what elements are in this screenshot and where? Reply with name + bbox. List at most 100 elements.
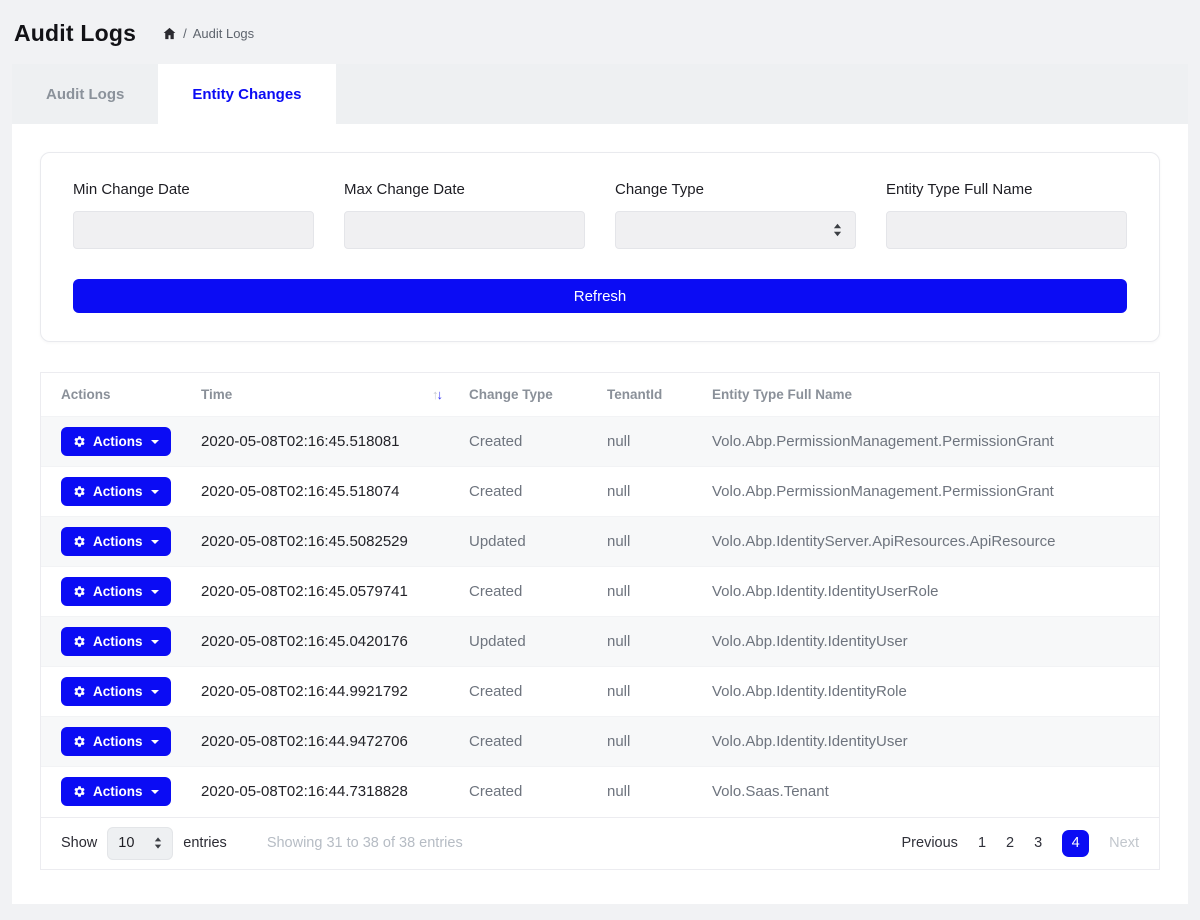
caret-down-icon — [151, 640, 159, 644]
page-button-1[interactable]: 1 — [978, 835, 986, 851]
cell-change-type: Created — [459, 417, 597, 467]
gear-icon — [73, 635, 86, 648]
cell-time: 2020-05-08T02:16:45.0420176 — [191, 617, 459, 667]
change-type-label: Change Type — [615, 181, 856, 198]
cell-time: 2020-05-08T02:16:45.518074 — [191, 467, 459, 517]
field-entity-type-full-name: Entity Type Full Name — [886, 181, 1127, 249]
row-actions-button[interactable]: Actions — [61, 727, 171, 756]
show-label: Show — [61, 835, 97, 851]
entity-type-full-name-input[interactable] — [886, 211, 1127, 249]
pagination-pages: 1 2 3 4 — [978, 830, 1089, 857]
cell-entity-type-full-name: Volo.Abp.Identity.IdentityUser — [702, 617, 1159, 667]
row-actions-button[interactable]: Actions — [61, 627, 171, 656]
entity-changes-table: Actions Time ↑↓ Change Type TenantId Ent… — [41, 373, 1159, 817]
filter-card: Min Change Date Max Change Date Change T… — [40, 152, 1160, 342]
table-card: Actions Time ↑↓ Change Type TenantId Ent… — [40, 372, 1160, 870]
change-type-select[interactable] — [615, 211, 856, 249]
caret-down-icon — [151, 590, 159, 594]
min-change-date-input[interactable] — [73, 211, 314, 249]
table-row: Actions2020-05-08T02:16:45.518074Created… — [41, 467, 1159, 517]
cell-tenant-id: null — [597, 667, 702, 717]
cell-tenant-id: null — [597, 617, 702, 667]
cell-tenant-id: null — [597, 517, 702, 567]
gear-icon — [73, 785, 86, 798]
cell-tenant-id: null — [597, 717, 702, 767]
cell-time: 2020-05-08T02:16:45.5082529 — [191, 517, 459, 567]
cell-change-type: Updated — [459, 517, 597, 567]
cell-entity-type-full-name: Volo.Saas.Tenant — [702, 767, 1159, 817]
table-row: Actions2020-05-08T02:16:44.7318828Create… — [41, 767, 1159, 817]
cell-change-type: Created — [459, 567, 597, 617]
breadcrumb-separator: / — [183, 26, 187, 41]
table-row: Actions 2020-05-08T02:16:45.5082529Update… — [41, 517, 1159, 567]
caret-down-icon — [151, 740, 159, 744]
caret-down-icon — [151, 490, 159, 494]
home-icon — [162, 26, 177, 41]
min-change-date-label: Min Change Date — [73, 181, 314, 198]
cell-tenant-id: null — [597, 767, 702, 817]
gear-icon — [73, 435, 86, 448]
row-actions-button[interactable]: Actions — [61, 677, 171, 706]
next-page-button[interactable]: Next — [1109, 835, 1139, 851]
table-body: Actions2020-05-08T02:16:45.518081Created… — [41, 417, 1159, 817]
gear-icon — [73, 585, 86, 598]
tab-strip: Audit Logs Entity Changes — [12, 64, 1188, 124]
tab-audit-logs[interactable]: Audit Logs — [12, 64, 158, 124]
cell-time: 2020-05-08T02:16:45.518081 — [191, 417, 459, 467]
page-button-4[interactable]: 4 — [1062, 830, 1089, 857]
column-header-time[interactable]: Time ↑↓ — [191, 373, 459, 417]
caret-down-icon — [151, 790, 159, 794]
table-header-row: Actions Time ↑↓ Change Type TenantId Ent… — [41, 373, 1159, 417]
gear-icon — [73, 735, 86, 748]
page-title: Audit Logs — [14, 20, 136, 47]
page-size-select[interactable]: 10 — [107, 827, 173, 860]
caret-down-icon — [151, 440, 159, 444]
caret-down-icon — [151, 540, 159, 544]
breadcrumb-home[interactable] — [162, 26, 177, 41]
table-row: Actions 2020-05-08T02:16:45.518081Created… — [41, 417, 1159, 467]
breadcrumb-current: Audit Logs — [193, 26, 254, 41]
sort-icon[interactable]: ↑↓ — [432, 387, 441, 402]
field-min-change-date: Min Change Date — [73, 181, 314, 249]
table-footer: Show 10 entries Showing 31 to 38 of 38 e… — [41, 817, 1159, 869]
cell-tenant-id: null — [597, 567, 702, 617]
row-actions-button[interactable]: Actions — [61, 427, 171, 456]
table-row: Actions2020-05-08T02:16:44.9472706Create… — [41, 717, 1159, 767]
entries-label: entries — [183, 835, 227, 851]
page-button-2[interactable]: 2 — [1006, 835, 1014, 851]
page-header: Audit Logs / Audit Logs — [0, 0, 1200, 64]
row-actions-button[interactable]: Actions — [61, 777, 171, 806]
max-change-date-label: Max Change Date — [344, 181, 585, 198]
pagination: Previous 1 2 3 4 Next — [902, 830, 1139, 857]
field-max-change-date: Max Change Date — [344, 181, 585, 249]
cell-change-type: Created — [459, 767, 597, 817]
cell-entity-type-full-name: Volo.Abp.IdentityServer.ApiResources.Api… — [702, 517, 1159, 567]
cell-entity-type-full-name: Volo.Abp.Identity.IdentityUser — [702, 717, 1159, 767]
cell-entity-type-full-name: Volo.Abp.PermissionManagement.Permission… — [702, 467, 1159, 517]
breadcrumb: / Audit Logs — [162, 26, 254, 41]
refresh-button[interactable]: Refresh — [73, 279, 1127, 313]
cell-change-type: Created — [459, 717, 597, 767]
entity-type-full-name-label: Entity Type Full Name — [886, 181, 1127, 198]
cell-change-type: Updated — [459, 617, 597, 667]
previous-page-button[interactable]: Previous — [902, 835, 958, 851]
gear-icon — [73, 485, 86, 498]
cell-time: 2020-05-08T02:16:45.0579741 — [191, 567, 459, 617]
gear-icon — [73, 535, 86, 548]
table-row: Actions2020-05-08T02:16:44.9921792Create… — [41, 667, 1159, 717]
cell-entity-type-full-name: Volo.Abp.Identity.IdentityRole — [702, 667, 1159, 717]
cell-change-type: Created — [459, 667, 597, 717]
column-header-tenant-id: TenantId — [597, 373, 702, 417]
row-actions-button[interactable]: Actions — [61, 577, 171, 606]
row-actions-button[interactable]: Actions — [61, 527, 171, 556]
page-button-3[interactable]: 3 — [1034, 835, 1042, 851]
column-header-actions: Actions — [41, 373, 191, 417]
table-row: Actions 2020-05-08T02:16:45.0579741Create… — [41, 567, 1159, 617]
max-change-date-input[interactable] — [344, 211, 585, 249]
table-row: Actions 2020-05-08T02:16:45.0420176Update… — [41, 617, 1159, 667]
showing-entries-text: Showing 31 to 38 of 38 entries — [267, 835, 463, 851]
field-change-type: Change Type — [615, 181, 856, 249]
row-actions-button[interactable]: Actions — [61, 477, 171, 506]
tab-entity-changes[interactable]: Entity Changes — [158, 64, 335, 124]
main-panel: Min Change Date Max Change Date Change T… — [12, 124, 1188, 904]
